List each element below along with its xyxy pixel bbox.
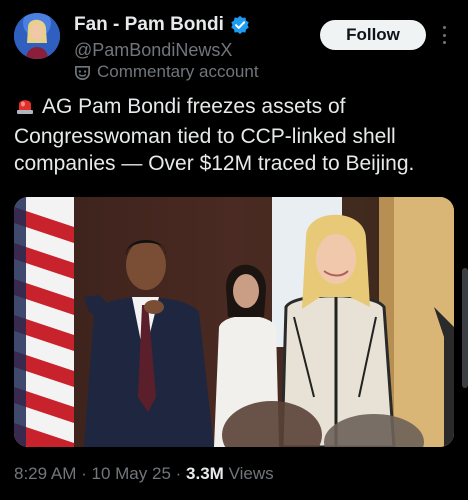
commentary-account-label: Commentary account — [74, 62, 259, 82]
more-options-icon[interactable] — [437, 24, 451, 46]
post-date[interactable]: 10 May 25 — [92, 464, 171, 483]
scrollbar[interactable] — [462, 268, 468, 388]
author-avatar[interactable] — [14, 13, 60, 59]
parody-mask-icon — [75, 65, 90, 80]
post-meta: 8:29 AM · 10 May 25 · 3.3M Views — [14, 464, 274, 484]
author-handle[interactable]: @PamBondiNewsX — [74, 40, 232, 61]
post-photo-graphic — [14, 197, 454, 447]
commentary-label-text: Commentary account — [97, 62, 259, 81]
meta-separator-2: · — [175, 464, 182, 483]
post-text-block: AG Pam Bondi freezes assets of Congressw… — [14, 93, 454, 177]
verified-badge-icon — [231, 15, 249, 35]
siren-emoji-icon — [14, 94, 36, 123]
post-time[interactable]: 8:29 AM — [14, 464, 76, 483]
views-label: Views — [228, 464, 274, 483]
author-display-name[interactable]: Fan - Pam Bondi — [74, 14, 224, 36]
views-count: 3.3M — [186, 464, 224, 483]
post-text: AG Pam Bondi freezes assets of Congressw… — [14, 95, 415, 175]
follow-button[interactable]: Follow — [320, 20, 426, 50]
meta-separator: · — [81, 464, 87, 483]
post-image[interactable] — [14, 197, 454, 447]
